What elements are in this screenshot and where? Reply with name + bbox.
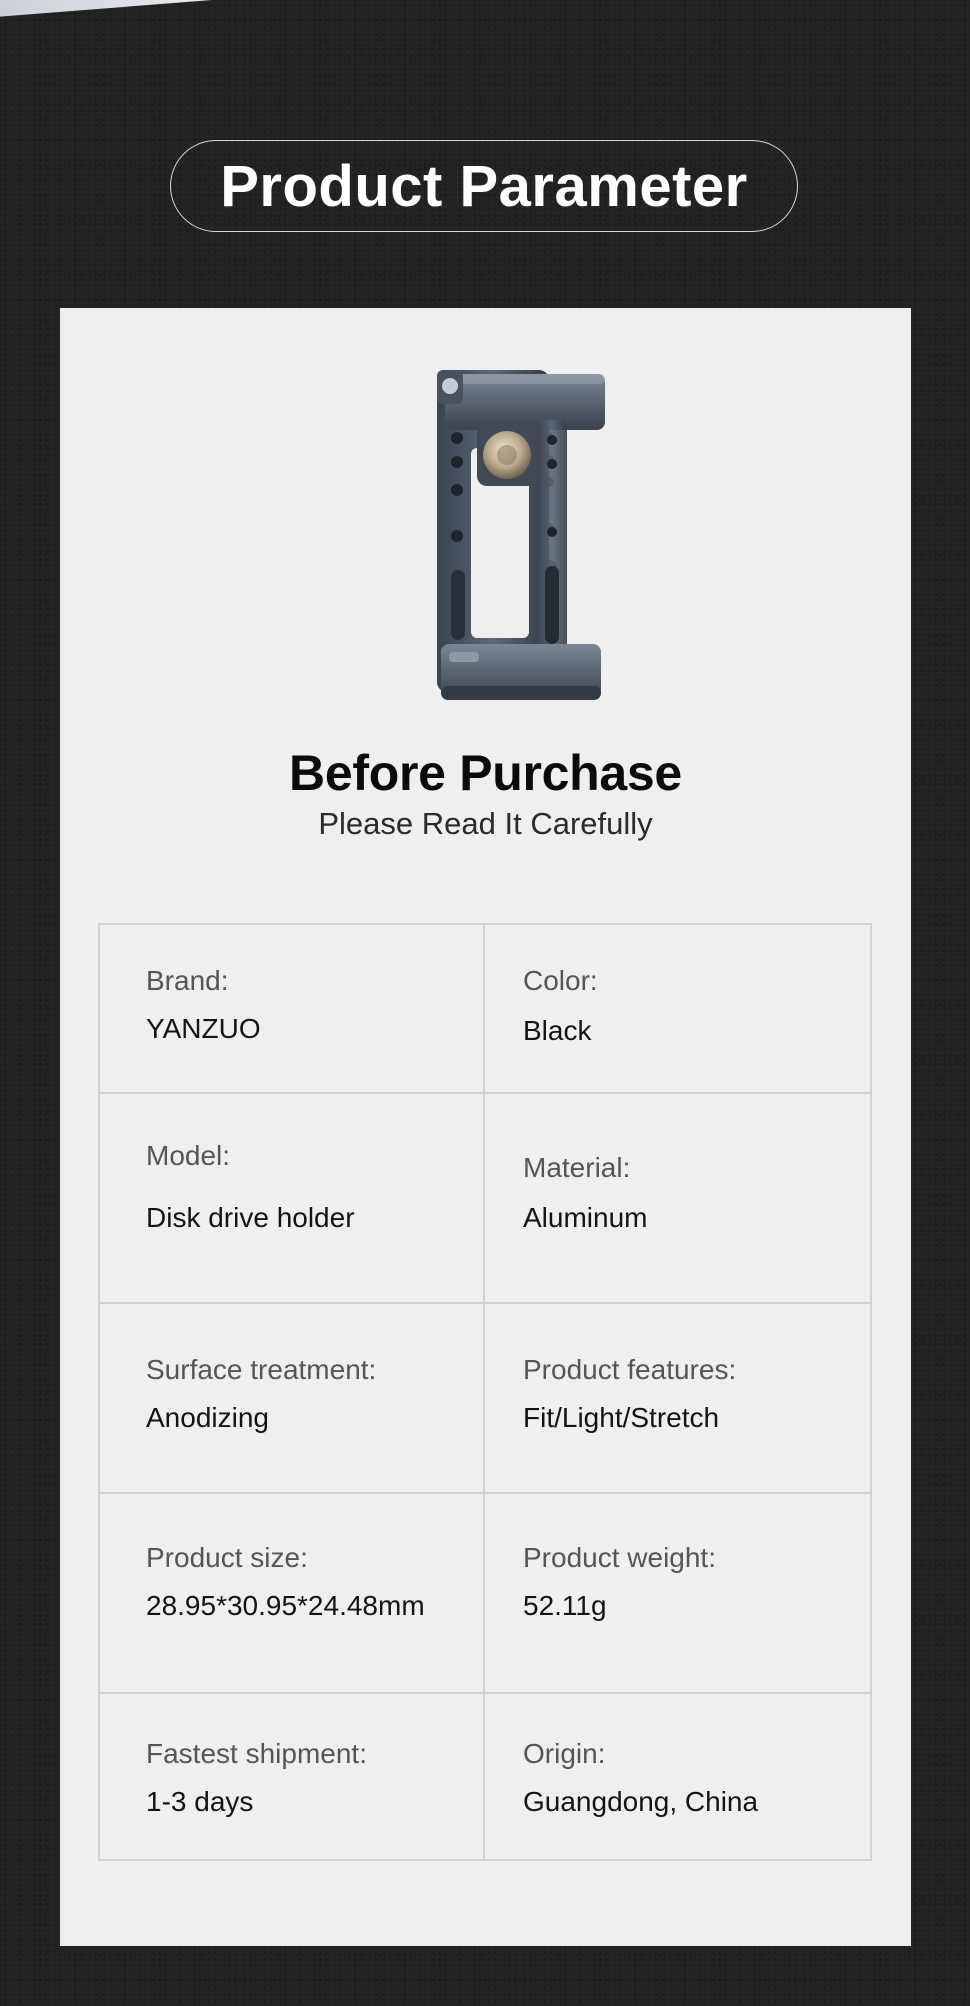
param-label: Fastest shipment: (146, 1738, 367, 1769)
param-cell-model: Model: Disk drive holder (100, 1094, 485, 1302)
param-value: Black (523, 1015, 592, 1046)
param-value: Disk drive holder (146, 1202, 355, 1233)
param-label: Surface treatment: (146, 1354, 377, 1385)
parameter-card: Before Purchase Please Read It Carefully… (60, 308, 911, 1946)
table-row: Product size: 28.95*30.95*24.48mm Produc… (100, 1494, 870, 1694)
param-label: Color: (523, 965, 598, 996)
param-cell-material: Material: Aluminum (485, 1094, 870, 1302)
param-label: Model: (146, 1140, 231, 1171)
param-value: Aluminum (523, 1202, 648, 1233)
parameter-table: Brand: YANZUO Color: Black Model: Disk d… (98, 923, 872, 1861)
param-cell-product-size: Product size: 28.95*30.95*24.48mm (100, 1494, 485, 1692)
table-row: Fastest shipment: 1-3 days Origin: Guang… (100, 1694, 870, 1859)
param-cell-product-features: Product features: Fit/Light/Stretch (485, 1304, 870, 1492)
param-label: Origin: (523, 1738, 606, 1769)
param-cell-surface-treatment: Surface treatment: Anodizing (100, 1304, 485, 1492)
decorative-corner-streak (0, 0, 365, 18)
param-cell-origin: Origin: Guangdong, China (485, 1694, 870, 1859)
param-label: Brand: (146, 965, 229, 996)
before-purchase-heading: Before Purchase (289, 745, 682, 801)
param-value: 28.95*30.95*24.48mm (146, 1590, 425, 1621)
param-label: Material: (523, 1152, 631, 1183)
page-title: Product Parameter (220, 153, 748, 219)
param-label: Product features: (523, 1354, 737, 1385)
param-value: 1-3 days (146, 1786, 254, 1817)
param-value: Guangdong, China (523, 1786, 759, 1817)
param-value: Fit/Light/Stretch (523, 1402, 720, 1433)
param-value: 52.11g (523, 1590, 607, 1621)
param-label: Product weight: (523, 1542, 716, 1573)
table-row: Surface treatment: Anodizing Product fea… (100, 1304, 870, 1494)
read-carefully-subheading: Please Read It Carefully (318, 806, 653, 841)
param-cell-brand: Brand: YANZUO (100, 925, 485, 1092)
title-pill: Product Parameter (170, 140, 798, 232)
table-row: Model: Disk drive holder Material: Alumi… (100, 1094, 870, 1304)
param-cell-fastest-shipment: Fastest shipment: 1-3 days (100, 1694, 485, 1859)
param-cell-color: Color: Black (485, 925, 870, 1092)
product-image (437, 370, 605, 700)
param-cell-product-weight: Product weight: 52.11g (485, 1494, 870, 1692)
param-label: Product size: (146, 1542, 308, 1573)
param-value: Anodizing (146, 1402, 269, 1433)
param-value: YANZUO (146, 1013, 261, 1044)
table-row: Brand: YANZUO Color: Black (100, 925, 870, 1094)
